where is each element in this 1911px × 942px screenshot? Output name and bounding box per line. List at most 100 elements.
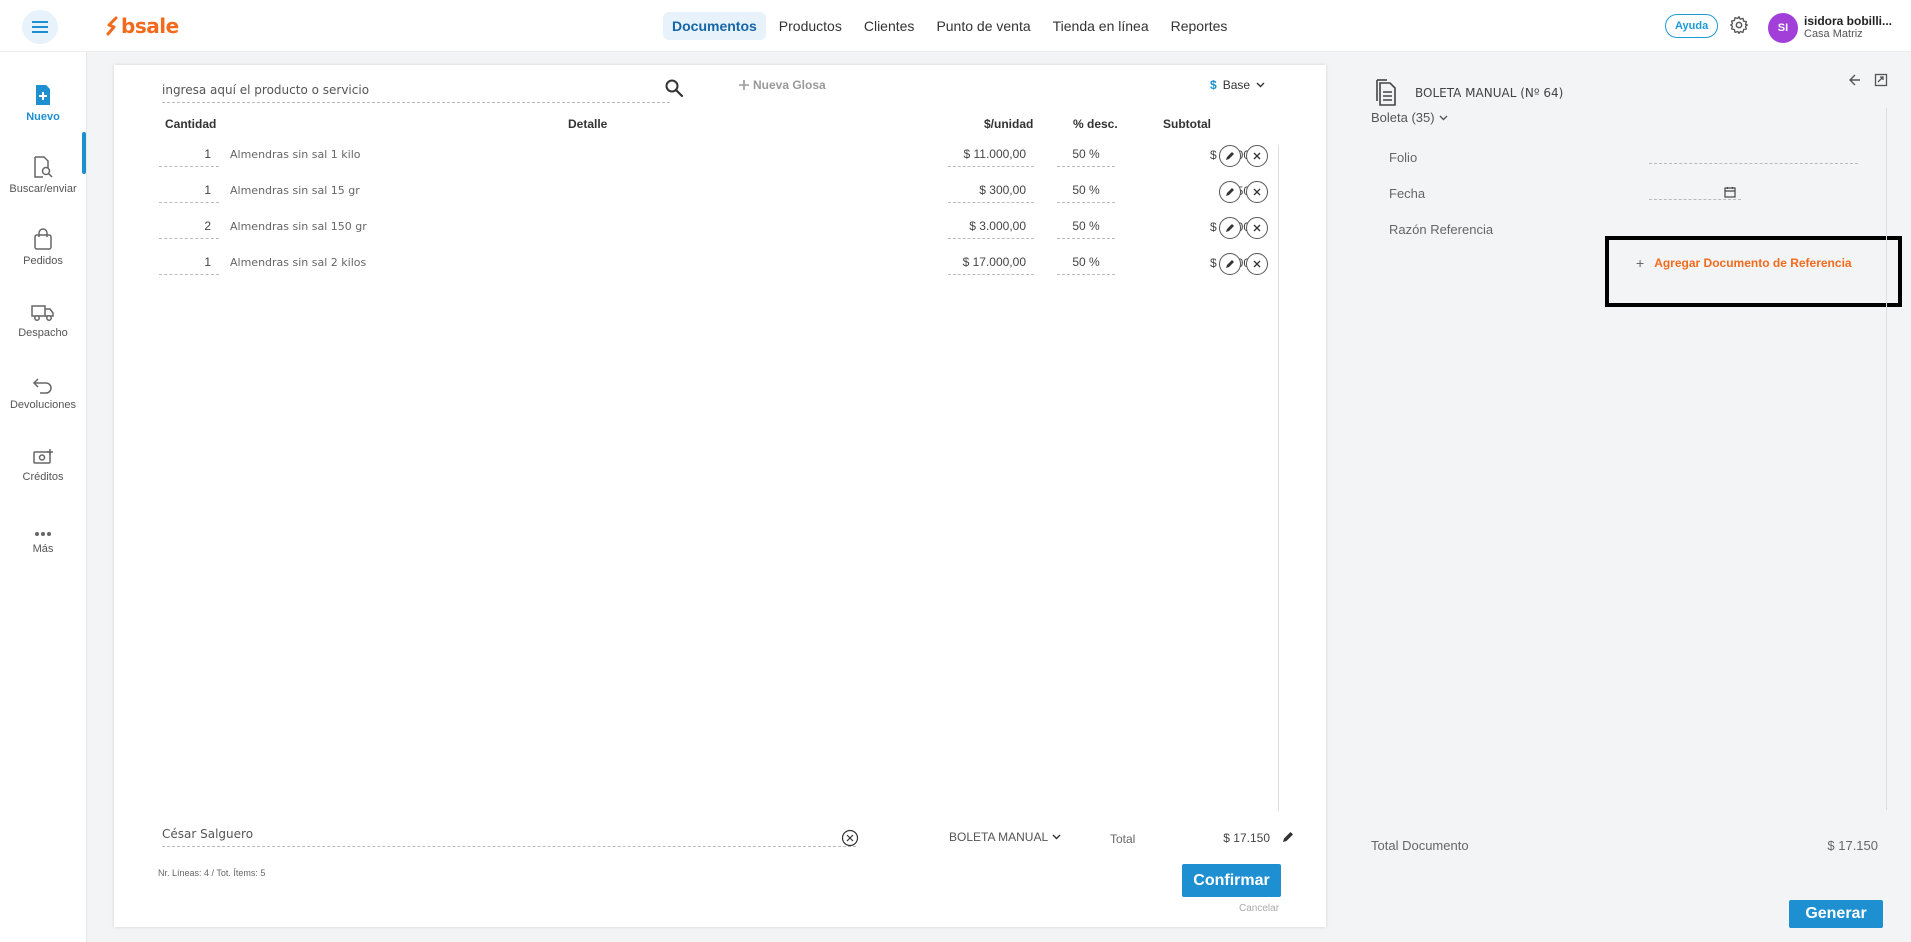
bsale-logo-text: bsale (121, 14, 179, 38)
quantity-input[interactable]: 1 (159, 255, 219, 275)
discount-input[interactable]: 50 % (1057, 183, 1115, 203)
total-value: $ 17.150 (1223, 831, 1270, 845)
more-dots-icon (35, 532, 51, 536)
sidebar-item-label: Despacho (18, 327, 68, 339)
lines-info: Nr. Líneas: 4 / Tot. Ítems: 5 (158, 868, 266, 878)
detail-text: Almendras sin sal 1 kilo (230, 148, 361, 161)
chevron-down-icon (1052, 834, 1061, 840)
clear-client-icon[interactable] (841, 829, 859, 847)
quantity-input[interactable]: 1 (159, 147, 219, 167)
sidebar-item-label: Pedidos (23, 255, 63, 267)
unit-price-input[interactable]: $ 17.000,00 (948, 255, 1034, 275)
remove-row-button[interactable] (1246, 181, 1268, 203)
bsale-logo[interactable]: bsale (106, 14, 179, 38)
user-branch: Casa Matriz (1804, 28, 1863, 40)
unit-price-input[interactable]: $ 11.000,00 (948, 147, 1034, 167)
chevron-down-icon (1439, 115, 1448, 120)
main-nav: Documentos Productos Clientes Punto de v… (663, 12, 1236, 40)
nav-clientes[interactable]: Clientes (855, 12, 924, 40)
discount-input[interactable]: 50 % (1057, 255, 1115, 275)
edit-row-button[interactable] (1219, 145, 1241, 167)
chevron-down-icon (1256, 82, 1265, 88)
sidebar-item-pedidos[interactable]: Pedidos (0, 224, 86, 267)
table-row: 1 Almendras sin sal 15 gr $ 300,00 50 % … (114, 181, 1326, 217)
pencil-icon[interactable] (1282, 831, 1294, 843)
nav-punto-de-venta[interactable]: Punto de venta (927, 12, 1039, 40)
sidebar-item-nuevo[interactable]: Nuevo (0, 80, 86, 123)
edit-row-button[interactable] (1219, 181, 1241, 203)
discount-input[interactable]: 50 % (1057, 219, 1115, 239)
pencil-icon (1226, 260, 1234, 268)
new-glosa-button[interactable]: Nueva Glosa (738, 78, 826, 92)
remove-row-button[interactable] (1246, 145, 1268, 167)
remove-row-button[interactable] (1246, 217, 1268, 239)
sidebar-item-mas[interactable]: Más (0, 512, 86, 555)
highlight-box (1605, 236, 1902, 307)
cash-icon (33, 449, 53, 464)
close-icon (1253, 152, 1261, 160)
discount-input[interactable]: 50 % (1057, 147, 1115, 167)
return-arrow-icon (32, 378, 52, 394)
sidebar-item-creditos[interactable]: Créditos (0, 440, 86, 483)
search-icon[interactable] (664, 78, 684, 98)
unit-price-input[interactable]: $ 3.000,00 (948, 219, 1034, 239)
user-name[interactable]: isidora bobilli... (1804, 14, 1892, 28)
help-button[interactable]: Ayuda (1665, 14, 1719, 38)
table-row: 1 Almendras sin sal 1 kilo $ 11.000,00 5… (114, 145, 1326, 181)
remove-row-button[interactable] (1246, 253, 1268, 275)
gear-icon[interactable] (1729, 15, 1749, 35)
generate-button[interactable]: Generar (1789, 900, 1883, 928)
shopping-bag-icon (34, 228, 52, 250)
unit-price-input[interactable]: $ 300,00 (948, 183, 1034, 203)
add-reference-document-button[interactable]: + Agregar Documento de Referencia (1636, 255, 1852, 271)
sidebar-item-devoluciones[interactable]: Devoluciones (0, 368, 86, 411)
detail-text: Almendras sin sal 150 gr (230, 220, 367, 233)
cancel-link[interactable]: Cancelar (1239, 903, 1279, 914)
hamburger-menu-button[interactable] (22, 10, 58, 44)
pencil-icon (1226, 152, 1234, 160)
nav-documentos[interactable]: Documentos (663, 12, 766, 40)
price-list-select[interactable]: $ Base (1210, 78, 1265, 92)
pencil-icon (1226, 224, 1234, 232)
quantity-input[interactable]: 1 (159, 183, 219, 203)
document-total-label: Total Documento (1371, 838, 1469, 853)
document-type-label: BOLETA MANUAL (949, 830, 1049, 844)
close-icon (1253, 188, 1261, 196)
table-scroll-divider (1278, 145, 1279, 811)
calendar-icon[interactable] (1724, 186, 1736, 198)
add-reference-label: Agregar Documento de Referencia (1654, 256, 1852, 270)
table-row: 1 Almendras sin sal 2 kilos $ 17.000,00 … (114, 253, 1326, 289)
documents-icon (1376, 79, 1396, 106)
nav-reportes[interactable]: Reportes (1162, 12, 1237, 40)
detail-text: Almendras sin sal 2 kilos (230, 256, 367, 269)
nav-productos[interactable]: Productos (770, 12, 851, 40)
sidebar: Nuevo Buscar/enviar Pedidos Despacho Dev… (0, 52, 86, 942)
bsale-logo-icon (106, 16, 118, 36)
document-subtype-label: Boleta (35) (1371, 110, 1435, 125)
edit-row-button[interactable] (1219, 217, 1241, 239)
folio-input[interactable] (1649, 144, 1858, 164)
arrow-left-icon[interactable] (1848, 73, 1862, 87)
column-header-subtotal: Subtotal (1163, 117, 1211, 131)
document-total-value: $ 17.150 (1827, 838, 1878, 853)
new-document-icon (36, 85, 50, 105)
quantity-input[interactable]: 2 (159, 219, 219, 239)
document-subtype-select[interactable]: Boleta (35) (1371, 110, 1448, 125)
product-search-input[interactable]: ingresa aquí el producto o servicio (162, 79, 670, 103)
table-row: 2 Almendras sin sal 150 gr $ 3.000,00 50… (114, 217, 1326, 253)
sidebar-item-buscar-enviar[interactable]: Buscar/enviar (0, 152, 86, 195)
export-document-icon[interactable] (1874, 73, 1888, 87)
edit-row-button[interactable] (1219, 253, 1241, 275)
confirm-button[interactable]: Confirmar (1182, 864, 1281, 897)
document-type-select[interactable]: BOLETA MANUAL (949, 830, 1061, 844)
client-input[interactable]: César Salguero (162, 827, 856, 847)
nav-tienda-en-linea[interactable]: Tienda en línea (1044, 12, 1158, 40)
user-avatar[interactable]: SI (1768, 13, 1798, 43)
folio-label: Folio (1389, 150, 1418, 165)
price-list-label: Base (1222, 78, 1251, 92)
close-icon (1253, 224, 1261, 232)
sidebar-item-despacho[interactable]: Despacho (0, 296, 86, 339)
column-header-price: $/unidad (984, 117, 1034, 131)
fecha-label: Fecha (1389, 186, 1426, 201)
pencil-icon (1226, 188, 1234, 196)
